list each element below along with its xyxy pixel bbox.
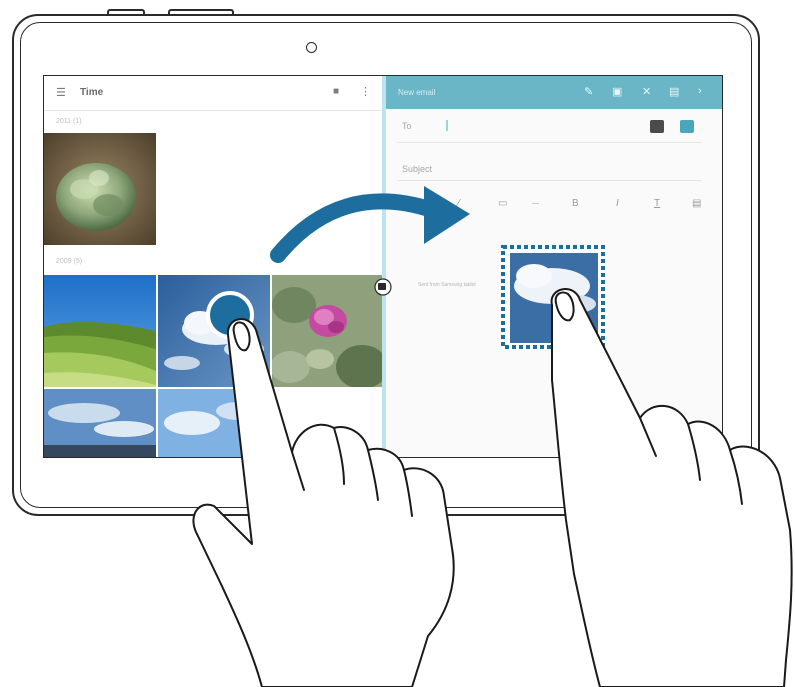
photo-thumbnail-sky-2[interactable] [158,389,270,457]
photo-thumbnail-sky-1[interactable] [44,389,156,457]
photo-thumbnail-clouds[interactable] [158,275,270,387]
italic-icon[interactable]: I [616,198,619,209]
attach-icon[interactable]: ▣ [612,85,622,98]
send-icon[interactable]: ▤ [669,85,679,98]
subject-field-row[interactable]: Subject [398,148,702,181]
camera-icon[interactable]: ■ [333,86,339,97]
more-icon[interactable]: ⋮ [360,85,371,98]
email-title: New email [398,88,436,97]
underline-icon[interactable]: T [654,198,660,209]
pen-icon[interactable]: ✎ [584,85,593,98]
gallery-window[interactable]: ☰ Time ■ ⋮ 2011 (1) 2009 (5) [44,76,382,457]
image-icon[interactable]: ▭ [498,198,507,209]
front-camera-icon [306,42,317,53]
text-color-icon[interactable]: ⁄ [458,198,460,209]
photo-thumbnail-plant[interactable] [44,133,156,245]
to-field-row: To [398,110,702,143]
gallery-toolbar: ☰ Time ■ ⋮ [44,76,382,111]
tablet-screen: ☰ Time ■ ⋮ 2011 (1) 2009 (5) New email ✎… [43,75,723,458]
add-recipient-icon[interactable] [680,120,694,133]
to-label: To [402,121,412,131]
font-size-icon[interactable]: — [532,200,539,207]
contacts-icon[interactable] [650,120,664,133]
more-icon[interactable]: › [698,85,702,97]
email-signature: Sent from Samsung tablet [418,282,476,288]
format-more-icon[interactable]: ▤ [692,198,701,209]
tablet-illustration: ☰ Time ■ ⋮ 2011 (1) 2009 (5) New email ✎… [0,0,795,687]
hamburger-icon[interactable]: ☰ [56,86,66,99]
to-input-cursor[interactable] [446,120,448,131]
photo-thumbnail-flower[interactable] [272,275,382,387]
close-icon[interactable]: ✕ [642,85,651,98]
photo-thumbnail-field[interactable] [44,275,156,387]
section-header-2009: 2009 (5) [56,258,83,265]
email-toolbar: New email ✎ ▣ ✕ ▤ › [386,76,722,109]
email-compose-window[interactable]: New email ✎ ▣ ✕ ▤ › To Subject ⁄ ▭ — B I… [386,76,722,457]
bold-icon[interactable]: B [572,198,579,209]
section-header-2011: 2011 (1) [56,118,82,125]
gallery-title: Time [80,87,104,98]
subject-label: Subject [402,164,433,174]
